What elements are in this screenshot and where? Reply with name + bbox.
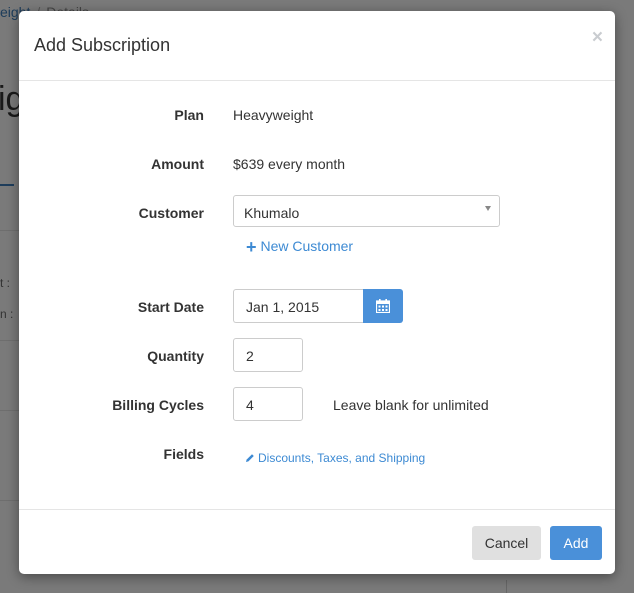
start-date-input[interactable]: Jan 1, 2015 xyxy=(233,289,364,323)
plus-icon: + xyxy=(246,237,257,257)
quantity-label: Quantity xyxy=(147,348,204,364)
amount-value: $639 every month xyxy=(233,156,346,172)
close-icon[interactable]: × xyxy=(592,27,603,49)
customer-select[interactable]: Khumalo xyxy=(233,195,500,227)
new-customer-label: New Customer xyxy=(260,238,354,254)
calendar-icon xyxy=(376,299,390,313)
start-date-label: Start Date xyxy=(137,299,204,315)
billing-cycles-hint: Leave blank for unlimited xyxy=(333,397,489,413)
modal-header: Add Subscription × xyxy=(19,11,615,81)
quantity-input[interactable]: 2 xyxy=(233,338,303,372)
cancel-button[interactable]: Cancel xyxy=(472,526,541,560)
billing-cycles-value: 4 xyxy=(246,397,254,413)
new-customer-link[interactable]: + New Customer xyxy=(246,237,353,258)
discounts-taxes-shipping-link[interactable]: Discounts, Taxes, and Shipping xyxy=(245,451,425,465)
amount-label: Amount xyxy=(151,156,204,172)
fields-label: Fields xyxy=(163,446,204,462)
add-button[interactable]: Add xyxy=(550,526,602,560)
plan-value: Heavyweight xyxy=(233,107,314,123)
start-date-value: Jan 1, 2015 xyxy=(246,299,320,315)
plan-label: Plan xyxy=(174,107,204,123)
chevron-down-icon xyxy=(485,206,491,211)
modal-footer: Cancel Add xyxy=(19,509,615,575)
calendar-button[interactable] xyxy=(363,289,403,323)
customer-selected-value: Khumalo xyxy=(244,205,300,221)
pencil-icon xyxy=(246,454,254,462)
add-subscription-modal: Add Subscription × Plan Heavyweight Amou… xyxy=(19,11,615,574)
modal-title: Add Subscription xyxy=(34,35,171,55)
billing-cycles-label: Billing Cycles xyxy=(112,397,204,413)
customer-label: Customer xyxy=(138,205,204,221)
billing-cycles-input[interactable]: 4 xyxy=(233,387,303,421)
fields-link-label: Discounts, Taxes, and Shipping xyxy=(258,451,426,465)
quantity-value: 2 xyxy=(246,348,254,364)
